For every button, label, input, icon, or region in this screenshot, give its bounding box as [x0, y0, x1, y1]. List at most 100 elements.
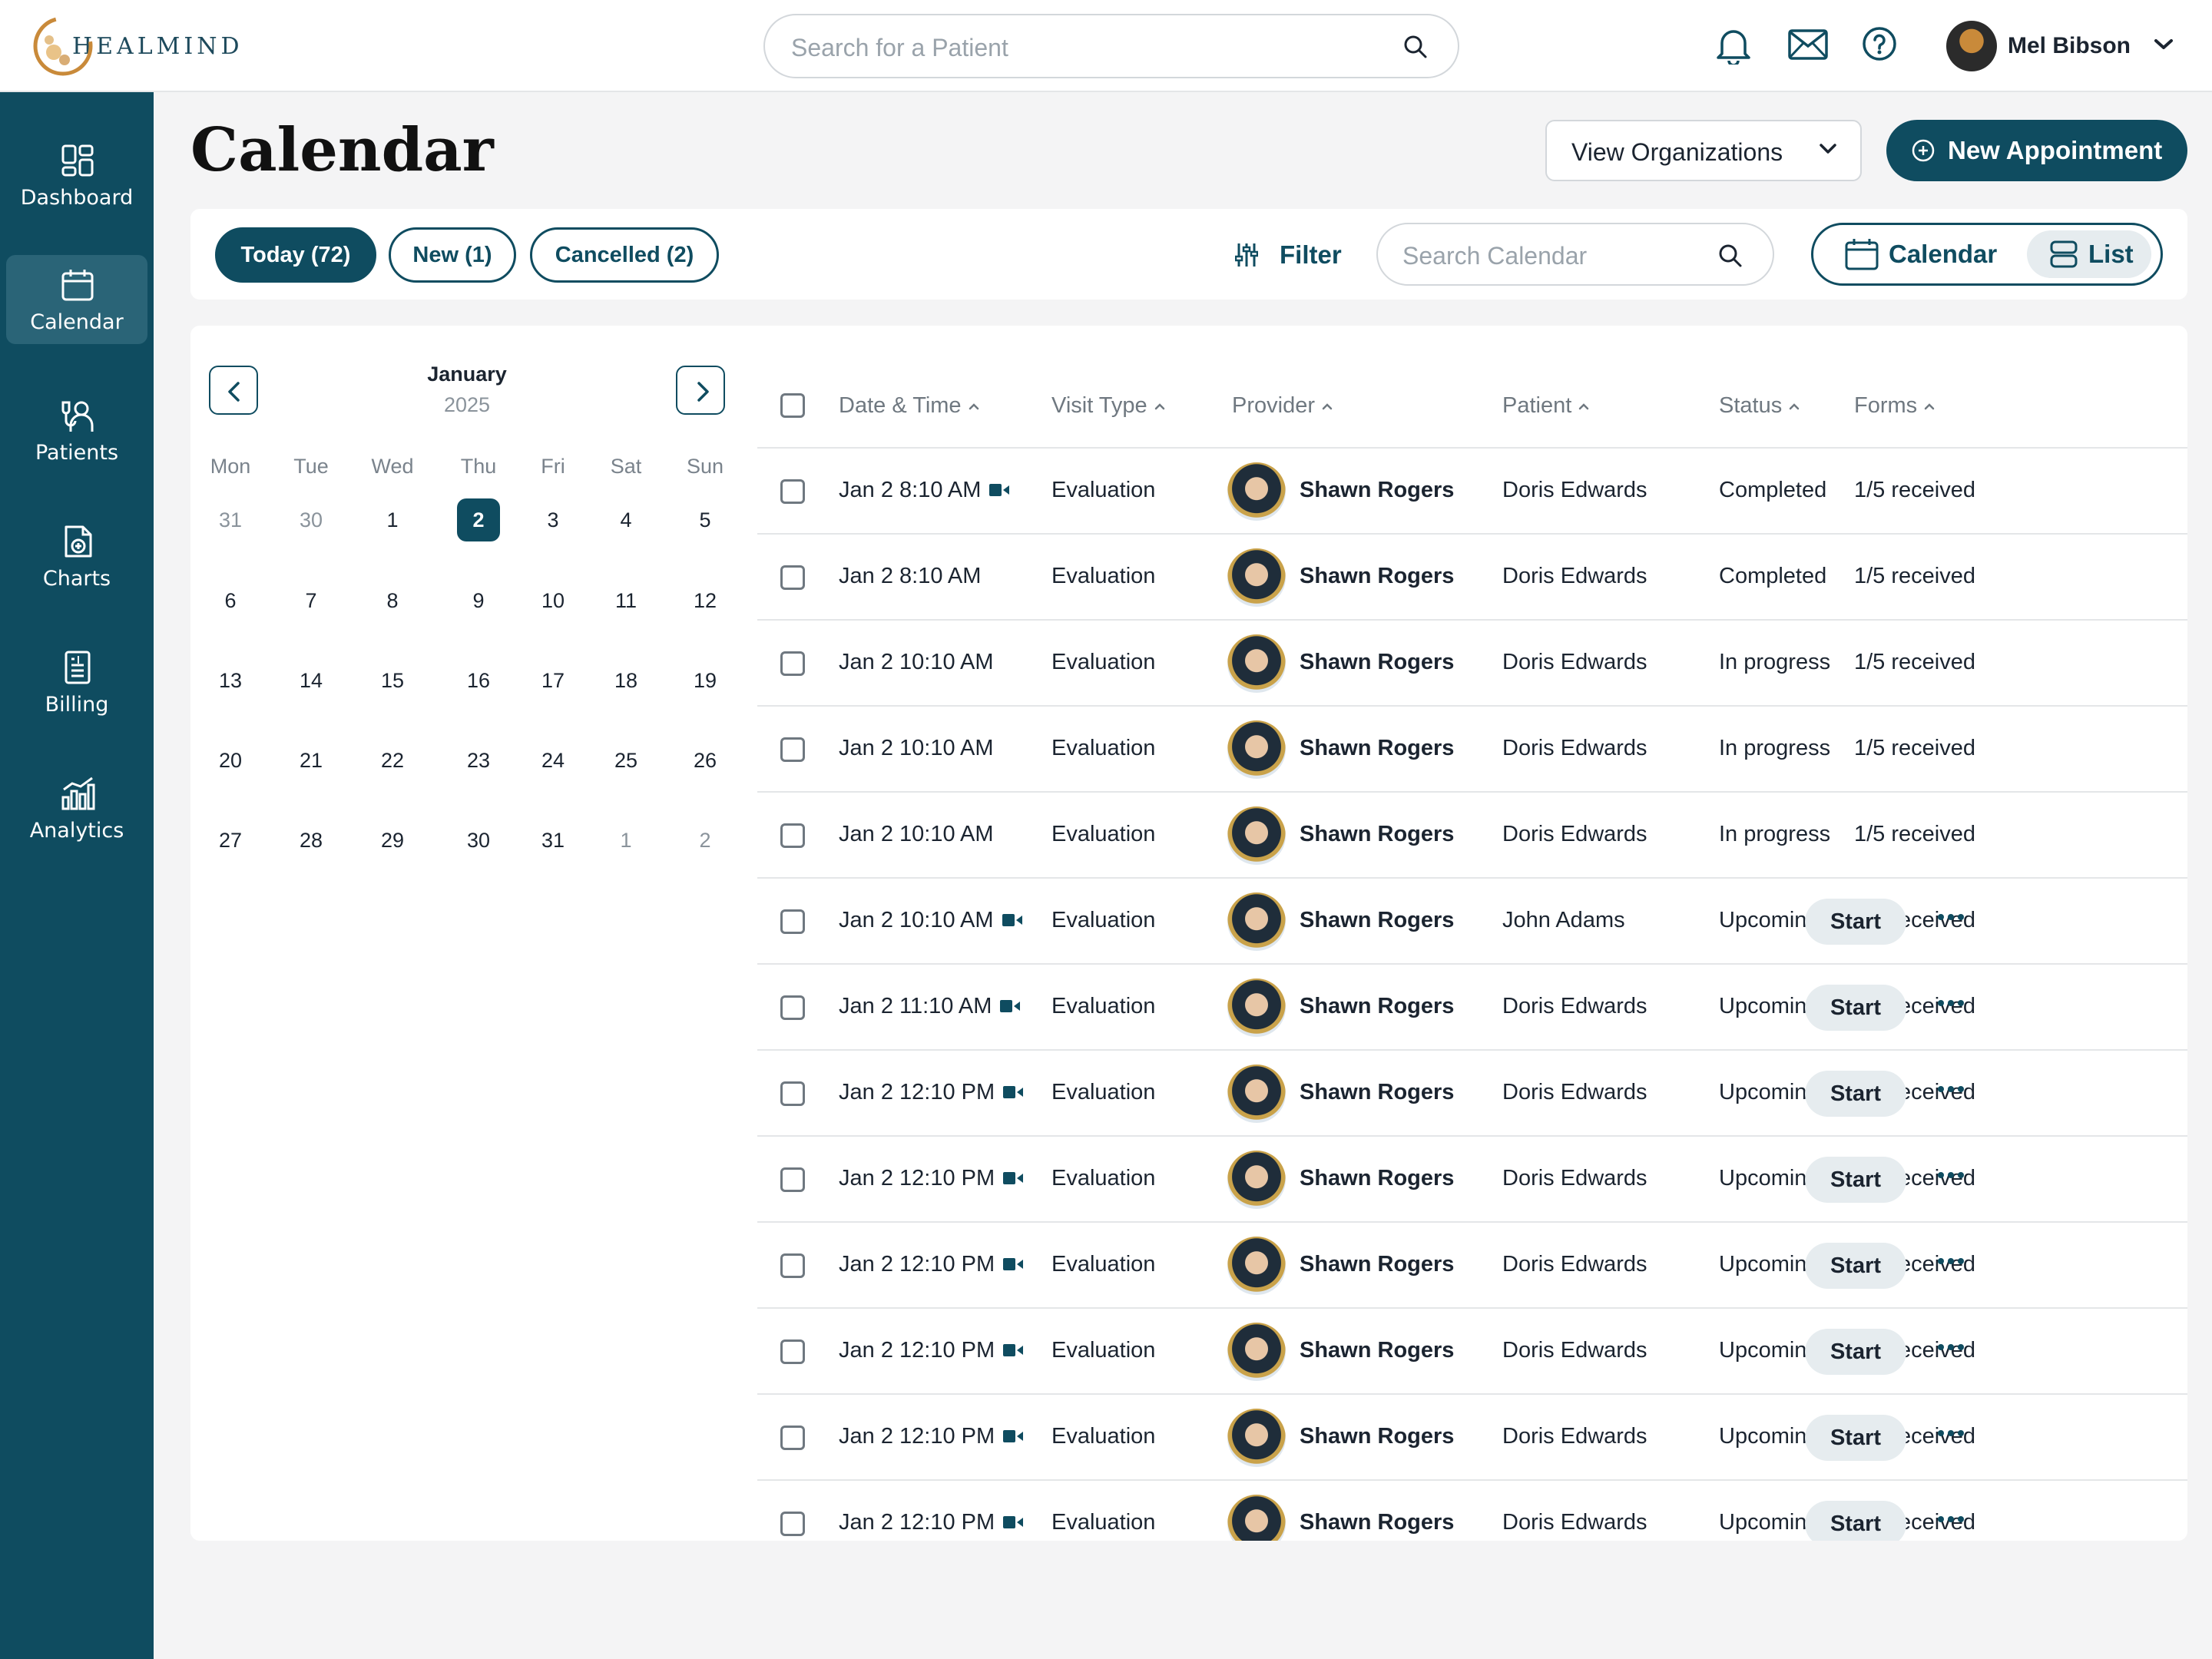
user-menu[interactable]: Mel Bibson [1946, 20, 2174, 72]
patient-name[interactable]: Doris Edwards [1502, 736, 1647, 761]
provider-name[interactable]: Shawn Rogers [1300, 650, 1454, 675]
tab-today[interactable]: Today (72) [215, 227, 376, 283]
table-row[interactable]: Jan 2 12:10 PM Evaluation Shawn Rogers Dori… [757, 1481, 2187, 1541]
calendar-day[interactable]: 15 [371, 659, 414, 702]
start-button[interactable]: Start [1805, 985, 1906, 1031]
sidebar-item-dashboard[interactable]: Dashboard [6, 131, 147, 220]
provider-name[interactable]: Shawn Rogers [1300, 736, 1454, 761]
calendar-day[interactable]: 29 [371, 819, 414, 862]
more-options-icon[interactable] [1937, 1513, 1965, 1527]
bell-icon[interactable] [1716, 26, 1751, 68]
row-checkbox[interactable] [780, 1167, 805, 1192]
calendar-day[interactable]: 30 [457, 819, 500, 862]
provider-name[interactable]: Shawn Rogers [1300, 1252, 1454, 1277]
patient-name[interactable]: Doris Edwards [1502, 822, 1647, 847]
tab-cancelled[interactable]: Cancelled (2) [530, 227, 719, 283]
start-button[interactable]: Start [1805, 1329, 1906, 1375]
column-header-status[interactable]: Status [1719, 393, 1800, 419]
patient-search-input[interactable]: Search for a Patient [763, 14, 1459, 78]
next-month-button[interactable] [676, 366, 725, 415]
patient-name[interactable]: Doris Edwards [1502, 1510, 1647, 1535]
table-row[interactable]: Jan 2 12:10 PM Evaluation Shawn Rogers Dori… [757, 1309, 2187, 1395]
healmind-logo[interactable]: HEALMIND [31, 14, 243, 78]
row-checkbox[interactable] [780, 823, 805, 848]
calendar-day[interactable]: 22 [371, 739, 414, 782]
calendar-search-input[interactable]: Search Calendar [1376, 223, 1774, 286]
more-options-icon[interactable] [1937, 1083, 1965, 1097]
provider-name[interactable]: Shawn Rogers [1300, 822, 1454, 847]
calendar-day[interactable]: 5 [684, 498, 727, 541]
calendar-day[interactable]: 13 [209, 659, 252, 702]
patient-name[interactable]: Doris Edwards [1502, 478, 1647, 503]
select-all-checkbox[interactable] [780, 393, 805, 418]
row-checkbox[interactable] [780, 1081, 805, 1106]
row-checkbox[interactable] [780, 1426, 805, 1450]
calendar-day[interactable]: 25 [604, 739, 647, 782]
view-calendar-button[interactable]: Calendar [1844, 236, 1997, 273]
calendar-day[interactable]: 30 [290, 498, 333, 541]
column-header-visit-type[interactable]: Visit Type [1051, 393, 1166, 419]
calendar-day[interactable]: 16 [457, 659, 500, 702]
provider-name[interactable]: Shawn Rogers [1300, 1424, 1454, 1449]
search-icon[interactable] [1717, 243, 1743, 273]
calendar-day[interactable]: 4 [604, 498, 647, 541]
calendar-day[interactable]: 9 [457, 579, 500, 622]
calendar-day[interactable]: 11 [604, 579, 647, 622]
calendar-day[interactable]: 1 [371, 498, 414, 541]
calendar-day[interactable]: 18 [604, 659, 647, 702]
patient-name[interactable]: Doris Edwards [1502, 1166, 1647, 1191]
calendar-day[interactable]: 7 [290, 579, 333, 622]
more-options-icon[interactable] [1937, 1169, 1965, 1183]
row-checkbox[interactable] [780, 995, 805, 1020]
provider-name[interactable]: Shawn Rogers [1300, 908, 1454, 933]
calendar-day[interactable]: 1 [604, 819, 647, 862]
more-options-icon[interactable] [1937, 1341, 1965, 1355]
mail-icon[interactable] [1788, 29, 1828, 64]
patient-name[interactable]: Doris Edwards [1502, 1338, 1647, 1363]
tab-new[interactable]: New (1) [389, 227, 516, 283]
calendar-day[interactable]: 2 [684, 819, 727, 862]
patient-name[interactable]: Doris Edwards [1502, 1252, 1647, 1277]
provider-name[interactable]: Shawn Rogers [1300, 1510, 1454, 1535]
more-options-icon[interactable] [1937, 997, 1965, 1011]
calendar-day[interactable]: 27 [209, 819, 252, 862]
column-header-patient[interactable]: Patient [1502, 393, 1590, 419]
row-checkbox[interactable] [780, 651, 805, 676]
row-checkbox[interactable] [780, 1339, 805, 1364]
start-button[interactable]: Start [1805, 899, 1906, 945]
calendar-day[interactable]: 28 [290, 819, 333, 862]
table-row[interactable]: Jan 2 12:10 PM Evaluation Shawn Rogers Dori… [757, 1395, 2187, 1481]
more-options-icon[interactable] [1937, 1427, 1965, 1441]
calendar-day[interactable]: 31 [209, 498, 252, 541]
calendar-day[interactable]: 26 [684, 739, 727, 782]
patient-name[interactable]: Doris Edwards [1502, 994, 1647, 1019]
help-icon[interactable] [1862, 26, 1897, 65]
sidebar-item-calendar[interactable]: Calendar [6, 255, 147, 344]
table-row[interactable]: Jan 2 11:10 AM Evaluation Shawn Rogers Dori… [757, 965, 2187, 1051]
row-checkbox[interactable] [780, 737, 805, 762]
calendar-day[interactable]: 6 [209, 579, 252, 622]
sidebar-item-charts[interactable]: Charts [6, 512, 147, 601]
row-checkbox[interactable] [780, 565, 805, 590]
table-row[interactable]: Jan 2 12:10 PM Evaluation Shawn Rogers Dori… [757, 1051, 2187, 1137]
table-row[interactable]: Jan 2 12:10 PM Evaluation Shawn Rogers Dori… [757, 1223, 2187, 1309]
provider-name[interactable]: Shawn Rogers [1300, 1166, 1454, 1191]
patient-name[interactable]: John Adams [1502, 908, 1625, 933]
patient-name[interactable]: Doris Edwards [1502, 1424, 1647, 1449]
calendar-day[interactable]: 23 [457, 739, 500, 782]
row-checkbox[interactable] [780, 909, 805, 934]
start-button[interactable]: Start [1805, 1243, 1906, 1289]
table-row[interactable]: Jan 2 10:10 AM Evaluation Shawn Rogers Dori… [757, 621, 2187, 707]
table-row[interactable]: Jan 2 8:10 AM Evaluation Shawn Rogers Doris… [757, 535, 2187, 621]
table-row[interactable]: Jan 2 8:10 AM Evaluation Shawn Rogers Doris… [757, 449, 2187, 535]
calendar-day[interactable]: 24 [531, 739, 575, 782]
calendar-day[interactable]: 14 [290, 659, 333, 702]
calendar-day[interactable]: 12 [684, 579, 727, 622]
provider-name[interactable]: Shawn Rogers [1300, 1080, 1454, 1105]
provider-name[interactable]: Shawn Rogers [1300, 478, 1454, 503]
sidebar-item-analytics[interactable]: Analytics [6, 763, 147, 853]
patient-name[interactable]: Doris Edwards [1502, 1080, 1647, 1105]
sidebar-item-billing[interactable]: Billing [6, 637, 147, 727]
calendar-day[interactable]: 31 [531, 819, 575, 862]
calendar-day[interactable]: 8 [371, 579, 414, 622]
